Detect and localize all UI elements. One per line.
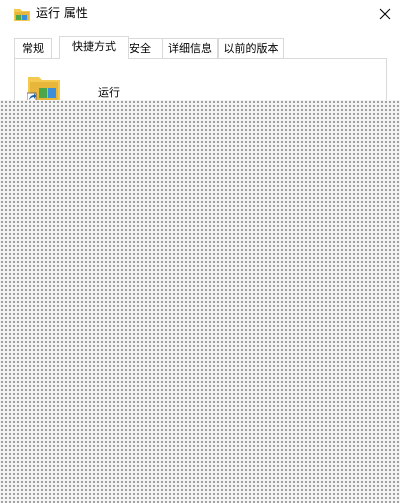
window-title: 运行 属性 (36, 6, 88, 20)
shortcut-name: 运行 (98, 86, 120, 99)
tab-general[interactable]: 常规 (14, 38, 52, 58)
dotted-overlay (0, 100, 400, 503)
title-bar: 运行 属性 (0, 0, 400, 30)
close-button[interactable] (370, 0, 400, 28)
folder-shortcut-icon (14, 9, 30, 21)
close-icon (379, 8, 391, 20)
folder-shortcut-icon (27, 77, 60, 103)
tab-strip: 常规 快捷方式 安全 详细信息 以前的版本 (14, 36, 386, 59)
tab-shortcut[interactable]: 快捷方式 (59, 36, 129, 59)
tab-details[interactable]: 详细信息 (162, 38, 218, 58)
tab-previous-versions[interactable]: 以前的版本 (218, 38, 284, 58)
